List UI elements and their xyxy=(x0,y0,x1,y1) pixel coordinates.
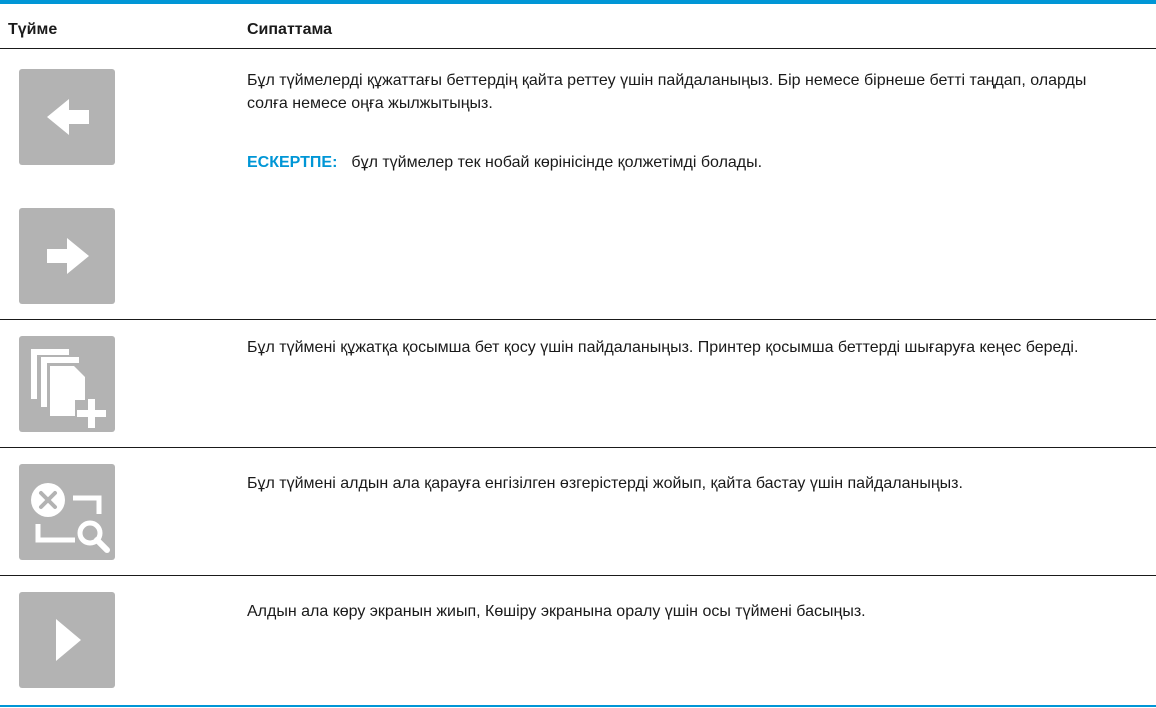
header-description: Сипаттама xyxy=(247,21,333,38)
row-4-description: Алдын ала көру экранын жиып, Көшіру экра… xyxy=(247,603,866,620)
header-button: Түйме xyxy=(8,21,58,38)
reset-preview-icon xyxy=(31,483,110,553)
row-1-description: Бұл түймелерді құжаттағы беттердің қайта… xyxy=(247,72,1087,112)
add-page-icon xyxy=(31,349,107,428)
note-label: ЕСКЕРТПЕ: xyxy=(247,154,338,171)
button-description-table: Түйме Сипаттама Бұл түймелерді құжаттағы… xyxy=(0,0,1156,708)
note: ЕСКЕРТПЕ: бұл түймелер тек нобай көрінісі… xyxy=(247,153,762,173)
move-left-button[interactable] xyxy=(19,69,115,165)
row-divider xyxy=(0,447,1156,448)
reset-preview-button[interactable] xyxy=(19,464,115,560)
table-header: Түйме Сипаттама xyxy=(0,4,1156,49)
move-right-button[interactable] xyxy=(19,208,115,304)
arrow-left-icon xyxy=(47,99,89,135)
play-icon xyxy=(56,619,81,661)
row-3-description: Бұл түймені алдын ала қарауға енгізілген… xyxy=(247,475,963,492)
row-divider xyxy=(0,575,1156,576)
row-2-description: Бұл түймені құжатқа қосымша бет қосу үші… xyxy=(247,339,1079,356)
table-bottom-rule xyxy=(0,705,1156,707)
arrow-right-icon xyxy=(47,238,89,274)
collapse-preview-button[interactable] xyxy=(19,592,115,688)
note-text: бұл түймелер тек нобай көрінісінде қолже… xyxy=(351,154,763,171)
row-divider xyxy=(0,319,1156,320)
add-page-button[interactable] xyxy=(19,336,115,432)
